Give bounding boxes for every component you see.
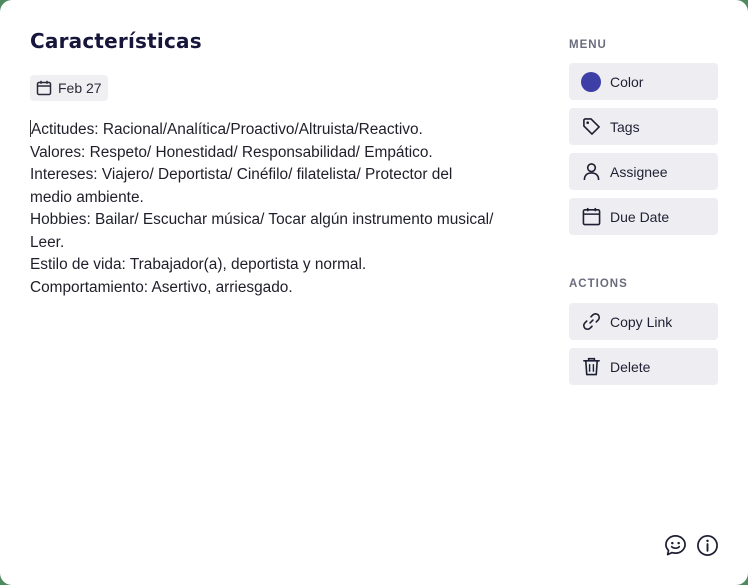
description-line: Intereses: Viajero/ Deportista/ Cinéfilo… bbox=[30, 166, 453, 183]
menu-section-label: MENU bbox=[569, 39, 607, 51]
assignee-button-label: Assignee bbox=[610, 163, 668, 180]
tags-button-label: Tags bbox=[610, 118, 640, 135]
color-button-label: Color bbox=[610, 73, 644, 90]
card-modal: Características Feb 27 Actitudes: Racion… bbox=[0, 0, 748, 585]
description-line: Estilo de vida: Trabajador(a), deportist… bbox=[30, 256, 367, 273]
description-line: Valores: Respeto/ Honestidad/ Responsabi… bbox=[30, 143, 433, 161]
info-icon[interactable] bbox=[695, 533, 719, 557]
user-icon bbox=[581, 162, 601, 182]
description-line: Leer. bbox=[30, 233, 65, 251]
calendar-icon bbox=[36, 80, 52, 96]
trash-icon bbox=[581, 357, 601, 377]
delete-button[interactable]: Delete bbox=[569, 348, 718, 385]
tags-button[interactable]: Tags bbox=[569, 108, 718, 145]
color-swatch-icon bbox=[581, 71, 601, 92]
due-date-chip[interactable]: Feb 27 bbox=[30, 75, 108, 101]
copy-link-button-label: Copy Link bbox=[610, 313, 673, 330]
calendar-icon bbox=[581, 207, 601, 227]
card-description-editor[interactable]: Actitudes: Racional/Analítica/Proactivo/… bbox=[30, 119, 520, 299]
tag-icon bbox=[581, 117, 601, 137]
description-line: Actitudes: Racional/Analítica/Proactivo/… bbox=[30, 120, 423, 138]
feedback-smile-icon[interactable] bbox=[663, 533, 687, 557]
description-line: Hobbies: Bailar/ Escuchar música/ Tocar … bbox=[30, 211, 494, 228]
card-title[interactable]: Características bbox=[30, 29, 202, 53]
copy-link-button[interactable]: Copy Link bbox=[569, 303, 718, 340]
actions-section-label: ACTIONS bbox=[569, 278, 628, 290]
delete-button-label: Delete bbox=[610, 358, 651, 375]
color-button[interactable]: Color bbox=[569, 63, 718, 100]
due-date-button-label: Due Date bbox=[610, 208, 670, 225]
assignee-button[interactable]: Assignee bbox=[569, 153, 718, 190]
due-date-text: Feb 27 bbox=[58, 80, 102, 96]
link-icon bbox=[581, 312, 601, 332]
description-line: medio ambiente. bbox=[30, 188, 144, 206]
due-date-button[interactable]: Due Date bbox=[569, 198, 718, 235]
description-line: Comportamiento: Asertivo, arriesgado. bbox=[30, 278, 293, 296]
